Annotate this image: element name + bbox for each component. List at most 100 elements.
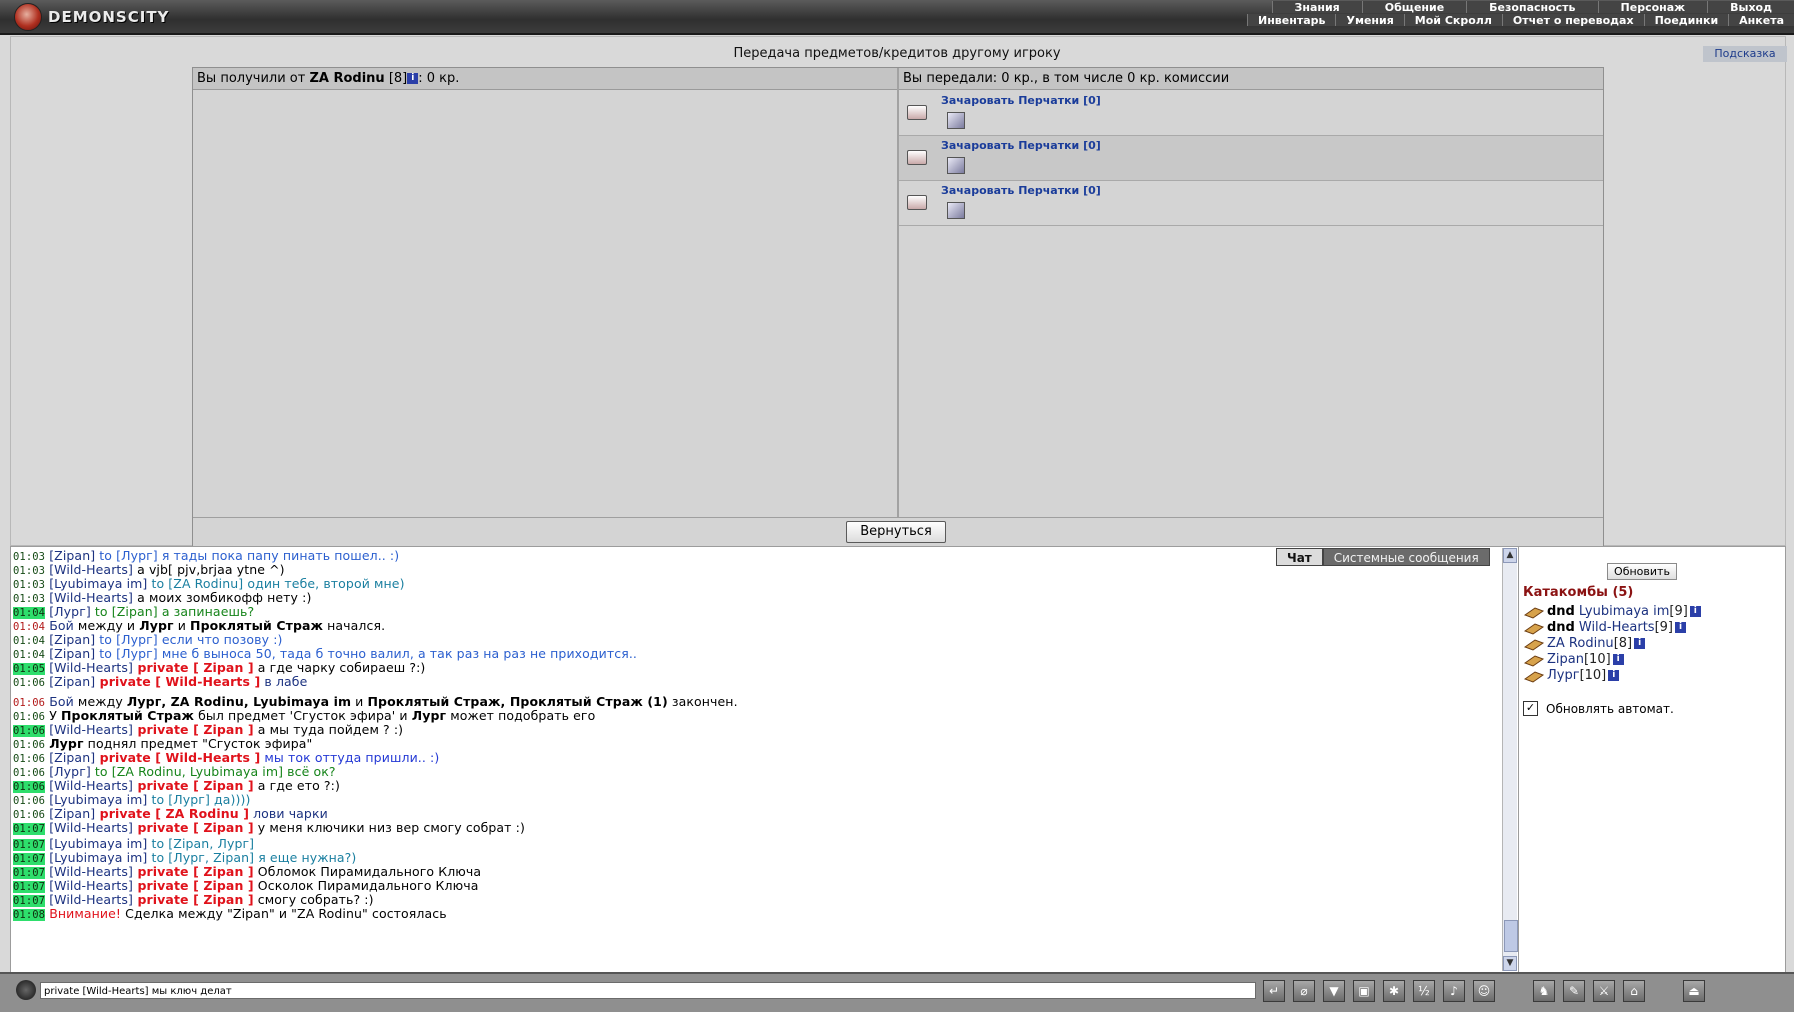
online-player[interactable]: Zipan [10] i xyxy=(1523,651,1624,668)
chat-sender[interactable]: [Wild-Hearts] xyxy=(49,892,133,907)
chat-sender[interactable]: [Wild-Hearts] xyxy=(49,660,133,675)
menu-profile[interactable]: Анкета xyxy=(1728,14,1794,27)
item-box-icon[interactable] xyxy=(947,202,965,219)
online-player[interactable]: dnd Wild-Hearts [9] i xyxy=(1523,619,1686,636)
item-link[interactable]: Зачаровать Перчатки [0] xyxy=(941,139,1101,152)
chat-line: 01:06 Лург поднял предмет "Сгусток эфира… xyxy=(13,736,312,751)
menu-my-scroll[interactable]: Мой Скролл xyxy=(1403,14,1502,27)
back-button[interactable]: Вернуться xyxy=(846,521,946,543)
chat-avatar-icon[interactable] xyxy=(16,980,36,1000)
received-player[interactable]: ZA Rodinu xyxy=(309,71,384,86)
chat-sender[interactable]: [Лург] xyxy=(49,604,91,619)
chat-text: private [ Zipan ] xyxy=(133,660,254,675)
exit-icon[interactable]: ⏏ xyxy=(1683,980,1705,1002)
chat-sender[interactable]: [Zipan] xyxy=(49,674,95,689)
chat-sender[interactable]: [Wild-Hearts] xyxy=(49,562,133,577)
action-icon-1[interactable]: ♞ xyxy=(1533,980,1555,1002)
music-icon[interactable]: ♪ xyxy=(1443,980,1465,1002)
menu-character[interactable]: Персонаж xyxy=(1597,1,1708,14)
player-name[interactable]: ZA Rodinu xyxy=(1547,636,1614,651)
chat-sender[interactable]: [Lyubimaya im] xyxy=(49,836,147,851)
chat-sender[interactable]: [Wild-Hearts] xyxy=(49,778,133,793)
chat-sender[interactable]: [Zipan] xyxy=(49,806,95,821)
chat-sender[interactable]: [Lyubimaya im] xyxy=(49,792,147,807)
chat-sender[interactable]: лови чарки xyxy=(249,806,328,821)
chat-sender[interactable]: Бой xyxy=(49,694,74,709)
top-menu-secondary: Инвентарь Умения Мой Скролл Отчет о пере… xyxy=(1247,14,1794,27)
info-icon[interactable]: i xyxy=(1608,670,1620,681)
menu-exit[interactable]: Выход xyxy=(1707,1,1794,14)
menu-security[interactable]: Безопасность xyxy=(1466,1,1598,14)
clear-icon[interactable]: ⌀ xyxy=(1293,980,1315,1002)
player-name[interactable]: Wild-Hearts xyxy=(1579,620,1655,635)
refresh-button[interactable]: Обновить xyxy=(1607,563,1677,580)
player-name[interactable]: Zipan xyxy=(1547,652,1584,667)
private-message-icon[interactable] xyxy=(1523,653,1547,667)
chat-timestamp[interactable]: 01:07 xyxy=(13,823,46,835)
item-link[interactable]: Зачаровать Перчатки [0] xyxy=(941,184,1101,197)
chat-sender[interactable]: [Wild-Hearts] xyxy=(49,878,133,893)
chat-timestamp[interactable]: 01:08 xyxy=(13,909,46,921)
hint-button[interactable]: Подсказка xyxy=(1703,46,1787,62)
filter-icon[interactable]: ▼ xyxy=(1323,980,1345,1002)
chat-sender[interactable]: [Lyubimaya im] xyxy=(49,850,147,865)
chat-text: Проклятый Страж xyxy=(60,708,195,723)
tab-chat[interactable]: Чат xyxy=(1276,548,1323,566)
private-message-icon[interactable] xyxy=(1523,637,1547,651)
chat-sender[interactable]: [Zipan] xyxy=(49,548,95,563)
info-icon[interactable]: i xyxy=(407,73,419,84)
online-player[interactable]: Лург [10] i xyxy=(1523,667,1620,684)
chat-sender[interactable]: [Zipan] xyxy=(49,646,95,661)
menu-skills[interactable]: Умения xyxy=(1335,14,1404,27)
smile-icon[interactable]: ☺ xyxy=(1473,980,1495,1002)
send-icon[interactable]: ↵ xyxy=(1263,980,1285,1002)
menu-inventory[interactable]: Инвентарь xyxy=(1247,14,1336,27)
info-icon[interactable]: i xyxy=(1675,622,1686,633)
chat-sender[interactable]: [Wild-Hearts] xyxy=(49,590,133,605)
item-box-icon[interactable] xyxy=(947,157,965,174)
chat-sender[interactable]: [Zipan] xyxy=(49,632,95,647)
info-icon[interactable]: i xyxy=(1634,638,1646,649)
online-player[interactable]: dnd Lyubimaya im [9] i xyxy=(1523,603,1701,620)
chat-text: private [ Wild-Hearts ] xyxy=(95,750,261,765)
private-message-icon[interactable] xyxy=(1523,605,1547,619)
chat-sender[interactable]: [Wild-Hearts] xyxy=(49,820,133,835)
translit-icon[interactable]: ✱ xyxy=(1383,980,1405,1002)
save-icon[interactable]: ▣ xyxy=(1353,980,1375,1002)
action-icon-3[interactable]: ⚔ xyxy=(1593,980,1615,1002)
action-icon-4[interactable]: ⌂ xyxy=(1623,980,1645,1002)
info-icon[interactable]: i xyxy=(1612,654,1624,665)
chat-sender[interactable]: [Zipan] xyxy=(49,750,95,765)
player-name[interactable]: Лург xyxy=(1547,668,1580,683)
menu-duels[interactable]: Поединки xyxy=(1643,14,1729,27)
item-box-icon[interactable] xyxy=(947,112,965,129)
menu-transfer-report[interactable]: Отчет о переводах xyxy=(1501,14,1644,27)
tab-system-messages[interactable]: Системные сообщения xyxy=(1322,548,1490,566)
chat-sender[interactable]: [Лург] xyxy=(49,764,91,779)
private-message-icon[interactable] xyxy=(1523,621,1547,635)
item-link[interactable]: Зачаровать Перчатки [0] xyxy=(941,94,1101,107)
chat-input[interactable]: private [Wild-Hearts] мы ключ делат xyxy=(40,982,1256,999)
chat-sender[interactable]: [Wild-Hearts] xyxy=(49,864,133,879)
chat-sender[interactable]: Бой xyxy=(49,618,74,633)
player-name[interactable]: Lyubimaya im xyxy=(1579,604,1670,619)
scroll-up-icon[interactable]: ▲ xyxy=(1503,548,1517,563)
chat-sender[interactable]: [Wild-Hearts] xyxy=(49,722,133,737)
chat-log[interactable]: 01:03 [Zipan] to [Лург] я тады пока папу… xyxy=(10,546,1519,973)
scroll-down-icon[interactable]: ▼ xyxy=(1503,956,1517,971)
auto-refresh[interactable]: ✓ Обновлять автомат. xyxy=(1523,701,1674,716)
auto-refresh-checkbox[interactable]: ✓ xyxy=(1523,701,1538,716)
chat-timestamp[interactable]: 01:06 xyxy=(13,677,45,689)
chat-text: Лург xyxy=(49,736,84,751)
chat-sender[interactable]: в лабе xyxy=(260,674,307,689)
online-player[interactable]: ZA Rodinu [8] i xyxy=(1523,635,1646,652)
private-message-icon[interactable] xyxy=(1523,669,1547,683)
chat-sender[interactable]: [Lyubimaya im] xyxy=(49,576,147,591)
fraction-icon[interactable]: ½ xyxy=(1413,980,1435,1002)
menu-communication[interactable]: Общение xyxy=(1361,1,1467,14)
action-icon-2[interactable]: ✎ xyxy=(1563,980,1585,1002)
scroll-thumb[interactable] xyxy=(1504,920,1518,952)
chat-scrollbar[interactable]: ▲ ▼ xyxy=(1502,548,1518,971)
info-icon[interactable]: i xyxy=(1689,606,1701,617)
menu-knowledge[interactable]: Знания xyxy=(1271,1,1362,14)
